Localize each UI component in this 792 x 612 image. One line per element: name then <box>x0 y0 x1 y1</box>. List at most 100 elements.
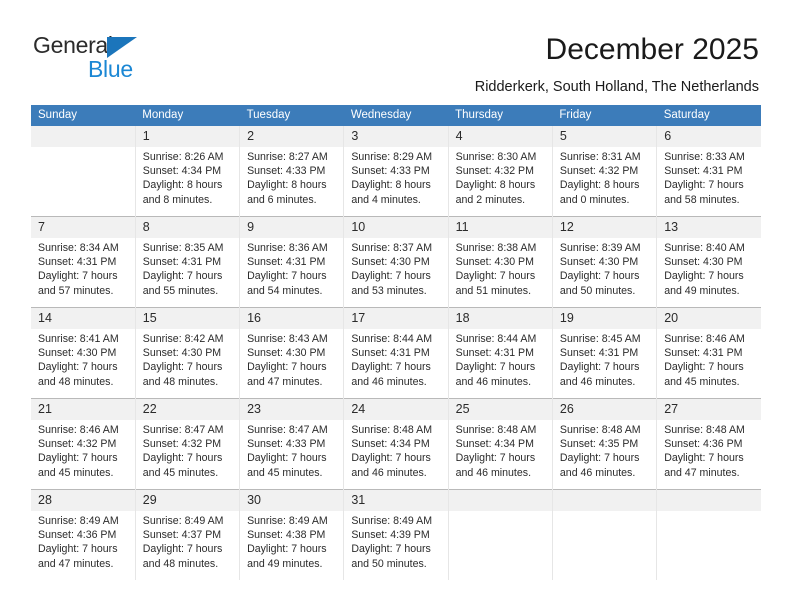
calendar-week-row: 21 Sunrise: 8:46 AM Sunset: 4:32 PM Dayligh… <box>31 398 761 490</box>
sunset-text: Sunset: 4:37 PM <box>142 529 222 542</box>
daylight-text-line1: Daylight: 7 hours <box>559 452 640 465</box>
day-cell-inner: 31 Sunrise: 8:49 AM Sunset: 4:39 PM Dayligh… <box>344 490 448 580</box>
calendar-day-cell[interactable]: 2 Sunrise: 8:27 AM Sunset: 4:33 PM Daylight… <box>239 126 345 217</box>
weekday-sunday: Sunday <box>31 105 136 126</box>
calendar-day-cell[interactable]: 29 Sunrise: 8:49 AM Sunset: 4:37 PM Dayligh… <box>135 489 241 580</box>
page-subtitle: Ridderkerk, South Holland, The Netherlan… <box>474 79 759 95</box>
day-details: Sunrise: 8:34 AM Sunset: 4:31 PM Daylight:… <box>31 238 135 298</box>
sunset-text: Sunset: 4:39 PM <box>351 529 430 542</box>
sunrise-text: Sunrise: 8:48 AM <box>351 424 433 436</box>
day-number: 16 <box>240 308 344 329</box>
sunrise-text: Sunrise: 8:33 AM <box>664 151 745 163</box>
daylight-text-line2: and 49 minutes. <box>247 557 323 570</box>
calendar-day-cell[interactable]: 5 Sunrise: 8:31 AM Sunset: 4:32 PM Daylight… <box>552 126 658 217</box>
calendar-day-cell[interactable]: 4 Sunrise: 8:30 AM Sunset: 4:32 PM Daylight… <box>448 126 553 217</box>
sunrise-text: Sunrise: 8:48 AM <box>559 424 641 436</box>
day-cell-inner: 9 Sunrise: 8:36 AM Sunset: 4:31 PM Daylight… <box>240 217 344 307</box>
calendar-day-cell[interactable]: 7 Sunrise: 8:34 AM Sunset: 4:31 PM Daylight… <box>31 216 136 308</box>
day-cell-inner: 27 Sunrise: 8:48 AM Sunset: 4:36 PM Dayligh… <box>657 399 761 489</box>
daylight-text-line2: and 50 minutes. <box>351 557 427 570</box>
day-cell-inner: 18 Sunrise: 8:44 AM Sunset: 4:31 PM Dayligh… <box>448 308 552 398</box>
daylight-text-line2: and 49 minutes. <box>664 284 740 297</box>
sunset-text: Sunset: 4:30 PM <box>664 256 743 269</box>
sunrise-text: Sunrise: 8:35 AM <box>142 242 224 254</box>
day-details: Sunrise: 8:29 AM Sunset: 4:33 PM Daylight:… <box>344 147 447 207</box>
calendar-day-cell[interactable]: 3 Sunrise: 8:29 AM Sunset: 4:33 PM Daylight… <box>343 126 449 217</box>
calendar-day-cell[interactable]: 25 Sunrise: 8:48 AM Sunset: 4:34 PM Dayligh… <box>448 398 553 490</box>
calendar-day-cell[interactable]: 26 Sunrise: 8:48 AM Sunset: 4:35 PM Dayligh… <box>552 398 658 490</box>
daylight-text-line2: and 0 minutes. <box>559 193 630 206</box>
generalblue-logo[interactable]: General Blue <box>33 32 203 88</box>
daylight-text-line1: Daylight: 7 hours <box>664 270 744 283</box>
sunrise-text: Sunrise: 8:46 AM <box>664 333 745 345</box>
day-cell-inner: 15 Sunrise: 8:42 AM Sunset: 4:30 PM Dayligh… <box>135 308 240 398</box>
calendar-day-cell[interactable]: 15 Sunrise: 8:42 AM Sunset: 4:30 PM Dayligh… <box>135 307 241 399</box>
sunset-text: Sunset: 4:36 PM <box>38 529 117 542</box>
day-cell-inner: 1 Sunrise: 8:26 AM Sunset: 4:34 PM Daylight… <box>135 126 240 216</box>
day-number: 26 <box>552 399 657 420</box>
calendar-day-cell[interactable]: 11 Sunrise: 8:38 AM Sunset: 4:30 PM Dayligh… <box>448 216 553 308</box>
calendar-day-cell[interactable]: 9 Sunrise: 8:36 AM Sunset: 4:31 PM Daylight… <box>239 216 345 308</box>
daylight-text-line1: Daylight: 8 hours <box>247 179 327 192</box>
calendar-day-cell[interactable]: 30 Sunrise: 8:49 AM Sunset: 4:38 PM Dayligh… <box>239 489 345 580</box>
calendar-day-cell[interactable]: 1 Sunrise: 8:26 AM Sunset: 4:34 PM Daylight… <box>135 126 241 217</box>
calendar-day-cell[interactable]: 20 Sunrise: 8:46 AM Sunset: 4:31 PM Dayligh… <box>656 307 761 399</box>
calendar-day-cell[interactable]: 19 Sunrise: 8:45 AM Sunset: 4:31 PM Dayligh… <box>552 307 658 399</box>
logo-text-general: General <box>33 32 113 58</box>
calendar-day-cell[interactable]: 23 Sunrise: 8:47 AM Sunset: 4:33 PM Dayligh… <box>239 398 345 490</box>
sunrise-text: Sunrise: 8:42 AM <box>142 333 224 345</box>
calendar-day-cell[interactable]: 16 Sunrise: 8:43 AM Sunset: 4:30 PM Dayligh… <box>239 307 345 399</box>
calendar-day-cell[interactable]: 22 Sunrise: 8:47 AM Sunset: 4:32 PM Dayligh… <box>135 398 241 490</box>
calendar-day-cell[interactable]: 27 Sunrise: 8:48 AM Sunset: 4:36 PM Dayligh… <box>656 398 761 490</box>
sunset-text: Sunset: 4:32 PM <box>38 438 117 451</box>
daylight-text-line2: and 46 minutes. <box>455 466 532 479</box>
sunrise-text: Sunrise: 8:45 AM <box>559 333 641 345</box>
calendar-table: Sunday Monday Tuesday Wednesday Thursday… <box>31 105 761 580</box>
daylight-text-line2: and 47 minutes. <box>247 375 323 388</box>
calendar-day-cell[interactable]: 10 Sunrise: 8:37 AM Sunset: 4:30 PM Dayligh… <box>343 216 449 308</box>
sunrise-text: Sunrise: 8:49 AM <box>247 515 328 527</box>
daylight-text-line2: and 47 minutes. <box>38 557 114 570</box>
calendar-day-cell[interactable]: 12 Sunrise: 8:39 AM Sunset: 4:30 PM Dayligh… <box>552 216 658 308</box>
day-details: Sunrise: 8:49 AM Sunset: 4:37 PM Daylight:… <box>136 511 239 571</box>
sunset-text: Sunset: 4:35 PM <box>559 438 639 451</box>
sunset-text: Sunset: 4:31 PM <box>351 347 430 360</box>
day-details: Sunrise: 8:47 AM Sunset: 4:33 PM Daylight:… <box>240 420 343 480</box>
calendar-day-cell[interactable]: 24 Sunrise: 8:48 AM Sunset: 4:34 PM Dayligh… <box>343 398 449 490</box>
day-number: 8 <box>135 217 240 238</box>
day-number: 29 <box>135 490 240 511</box>
day-details: Sunrise: 8:33 AM Sunset: 4:31 PM Daylight:… <box>657 147 761 207</box>
calendar-day-cell[interactable]: 28 Sunrise: 8:49 AM Sunset: 4:36 PM Dayligh… <box>31 489 136 580</box>
daylight-text-line2: and 48 minutes. <box>38 375 114 388</box>
day-cell-inner: 21 Sunrise: 8:46 AM Sunset: 4:32 PM Dayligh… <box>31 399 135 489</box>
calendar-day-cell[interactable]: 8 Sunrise: 8:35 AM Sunset: 4:31 PM Daylight… <box>135 216 241 308</box>
daylight-text-line1: Daylight: 7 hours <box>455 452 536 465</box>
daylight-text-line2: and 8 minutes. <box>142 193 213 206</box>
calendar-day-cell[interactable]: 17 Sunrise: 8:44 AM Sunset: 4:31 PM Dayligh… <box>343 307 449 399</box>
sunrise-text: Sunrise: 8:36 AM <box>247 242 328 254</box>
calendar-day-cell[interactable]: 18 Sunrise: 8:44 AM Sunset: 4:31 PM Dayligh… <box>448 307 553 399</box>
day-details: Sunrise: 8:44 AM Sunset: 4:31 PM Daylight:… <box>344 329 447 389</box>
weekday-saturday: Saturday <box>656 105 761 126</box>
day-cell-inner: 22 Sunrise: 8:47 AM Sunset: 4:32 PM Dayligh… <box>135 399 240 489</box>
calendar-day-cell[interactable]: 13 Sunrise: 8:40 AM Sunset: 4:30 PM Dayligh… <box>656 216 761 308</box>
calendar-day-cell[interactable]: 31 Sunrise: 8:49 AM Sunset: 4:39 PM Dayligh… <box>343 489 449 580</box>
calendar-day-cell[interactable]: 21 Sunrise: 8:46 AM Sunset: 4:32 PM Dayligh… <box>31 398 136 490</box>
logo-text-blue: Blue <box>88 56 133 82</box>
daylight-text-line2: and 4 minutes. <box>351 193 421 206</box>
daylight-text-line1: Daylight: 7 hours <box>247 543 327 556</box>
sunset-text: Sunset: 4:30 PM <box>351 256 430 269</box>
daylight-text-line2: and 46 minutes. <box>559 375 636 388</box>
daylight-text-line2: and 48 minutes. <box>142 557 219 570</box>
calendar-day-cell[interactable]: 14 Sunrise: 8:41 AM Sunset: 4:30 PM Dayligh… <box>31 307 136 399</box>
sunrise-text: Sunrise: 8:46 AM <box>38 424 119 436</box>
day-details: Sunrise: 8:49 AM Sunset: 4:38 PM Daylight:… <box>240 511 343 571</box>
day-details: Sunrise: 8:46 AM Sunset: 4:31 PM Daylight:… <box>657 329 761 389</box>
day-cell-inner: 5 Sunrise: 8:31 AM Sunset: 4:32 PM Daylight… <box>552 126 657 216</box>
day-number: 15 <box>135 308 240 329</box>
sunrise-text: Sunrise: 8:38 AM <box>455 242 537 254</box>
day-number: 7 <box>31 217 135 238</box>
weekday-wednesday: Wednesday <box>343 105 449 126</box>
calendar-day-cell[interactable]: 6 Sunrise: 8:33 AM Sunset: 4:31 PM Daylight… <box>656 126 761 217</box>
calendar-day-cell-empty <box>448 489 553 580</box>
